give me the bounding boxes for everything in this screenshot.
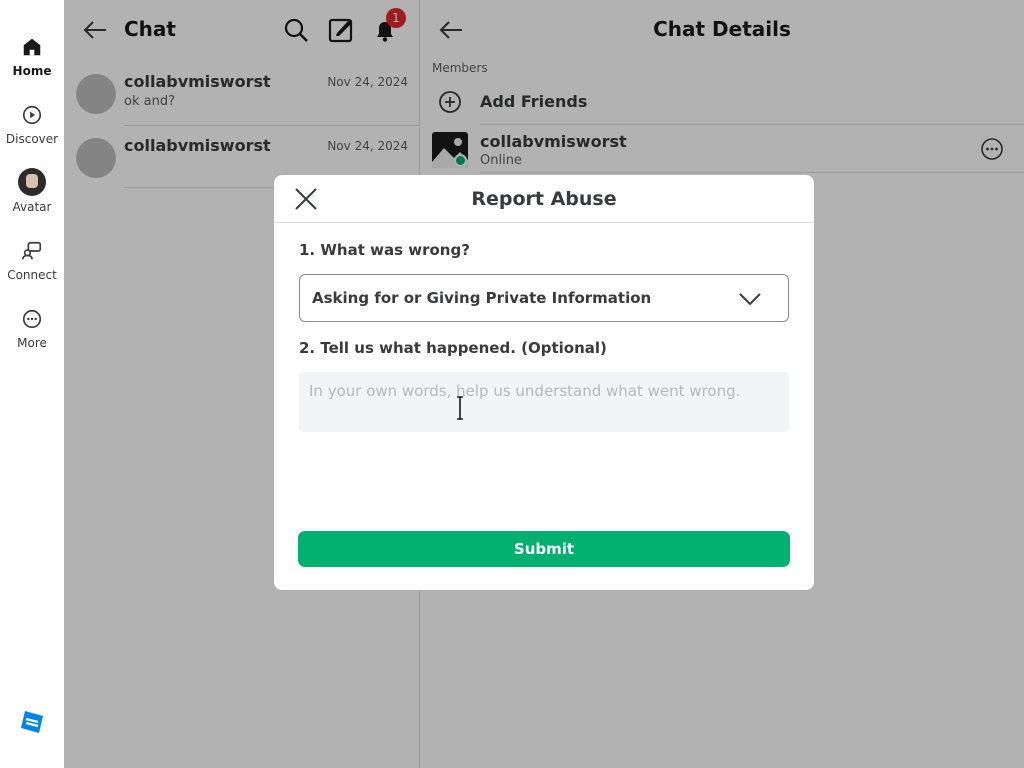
left-nav: Home Discover Avatar Connect More bbox=[0, 0, 64, 768]
nav-label-home: Home bbox=[12, 64, 52, 78]
nav-label-discover: Discover bbox=[5, 132, 59, 146]
chevron-down-icon bbox=[739, 293, 761, 306]
report-abuse-dialog: Report Abuse 1. What was wrong? Asking f… bbox=[274, 175, 814, 590]
roblox-logo-icon[interactable] bbox=[20, 710, 44, 734]
nav-label-more: More bbox=[17, 336, 47, 350]
question-2-label: 2. Tell us what happened. (Optional) bbox=[299, 339, 607, 357]
discover-icon bbox=[22, 105, 42, 125]
nav-label-connect: Connect bbox=[7, 268, 57, 282]
dialog-header: Report Abuse bbox=[274, 175, 814, 223]
text-cursor-icon bbox=[457, 396, 463, 420]
nav-item-discover[interactable]: Discover bbox=[0, 104, 64, 146]
nav-item-home[interactable]: Home bbox=[0, 36, 64, 78]
reason-selected-value: Asking for or Giving Private Information bbox=[312, 289, 652, 307]
nav-label-avatar: Avatar bbox=[12, 200, 52, 214]
reason-dropdown[interactable]: Asking for or Giving Private Information bbox=[299, 274, 789, 322]
home-icon bbox=[23, 38, 41, 56]
avatar-icon bbox=[18, 168, 46, 196]
connect-icon bbox=[22, 241, 42, 260]
submit-button[interactable]: Submit bbox=[298, 531, 790, 567]
question-1-label: 1. What was wrong? bbox=[299, 241, 470, 259]
description-textarea[interactable] bbox=[299, 372, 789, 432]
dialog-title: Report Abuse bbox=[471, 188, 617, 210]
nav-item-connect[interactable]: Connect bbox=[0, 240, 64, 282]
more-icon bbox=[22, 309, 42, 329]
nav-item-avatar[interactable]: Avatar bbox=[0, 168, 64, 214]
nav-item-more[interactable]: More bbox=[0, 308, 64, 350]
